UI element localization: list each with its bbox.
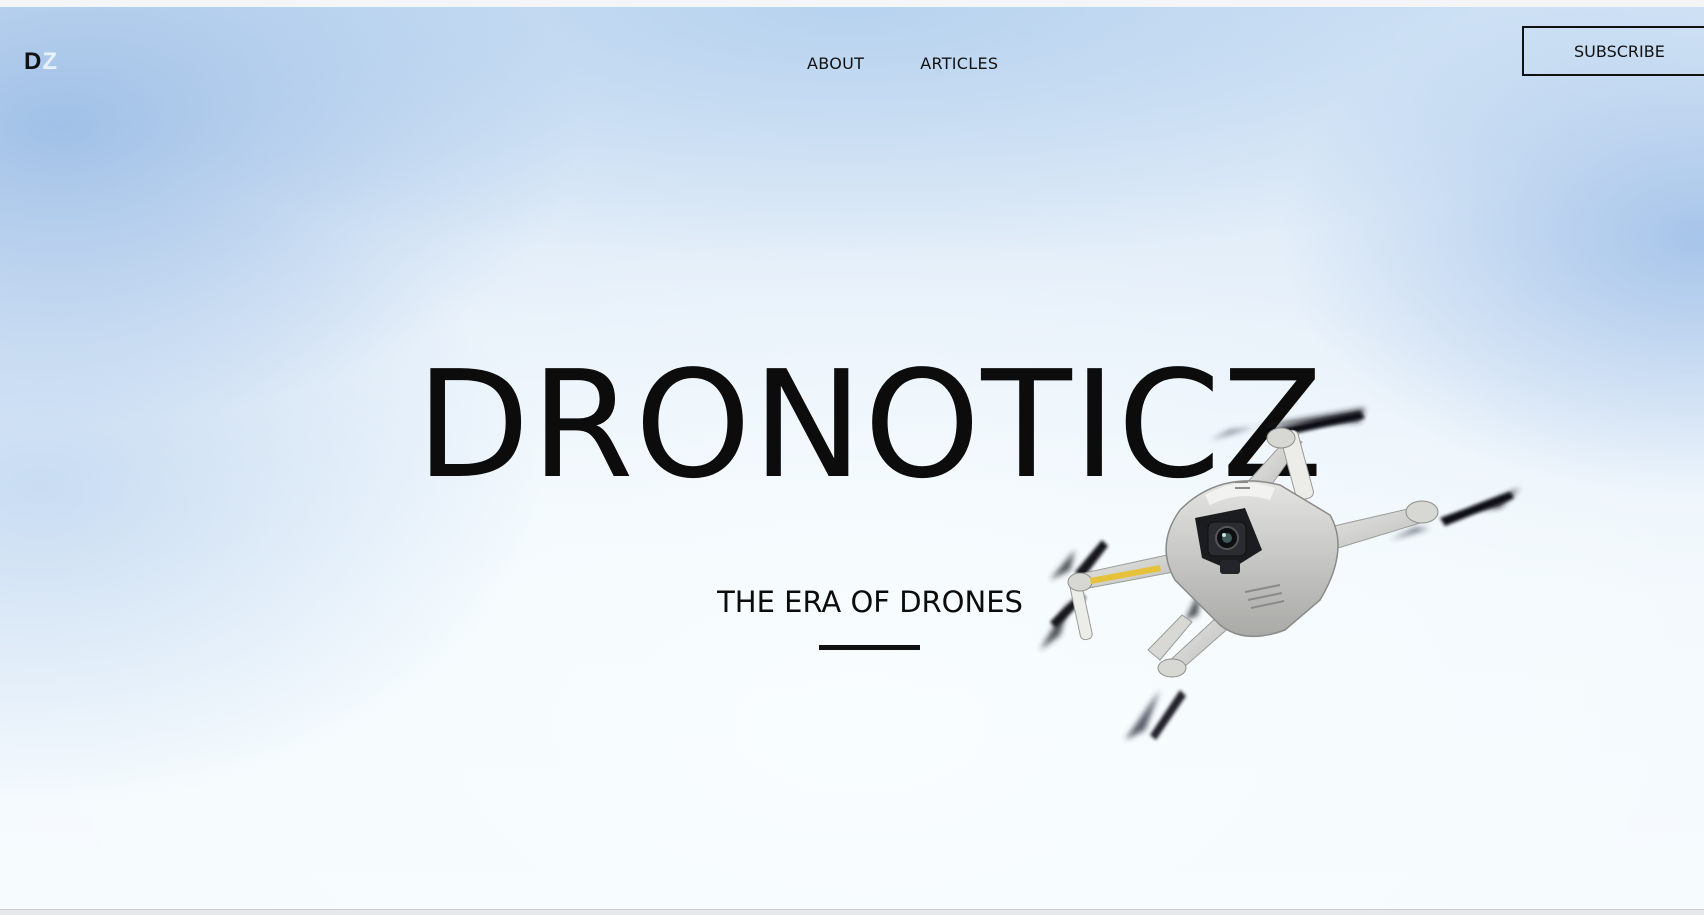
logo-letter-z: Z xyxy=(42,48,59,75)
logo-letter-d: D xyxy=(24,48,43,75)
page: DZ ABOUT ARTICLES SUBSCRIBE DRONOTICZ TH… xyxy=(0,0,1704,915)
nav-about-link[interactable]: ABOUT xyxy=(807,54,864,74)
subtitle-underline xyxy=(819,645,920,650)
browser-top-edge xyxy=(0,0,1704,7)
site-logo[interactable]: DZ xyxy=(24,48,58,76)
browser-bottom-edge xyxy=(0,909,1704,915)
nav-articles-link[interactable]: ARTICLES xyxy=(920,54,998,74)
drone-image xyxy=(1040,408,1520,740)
subscribe-button[interactable]: SUBSCRIBE xyxy=(1522,26,1704,76)
main-nav: ABOUT ARTICLES xyxy=(807,54,998,74)
